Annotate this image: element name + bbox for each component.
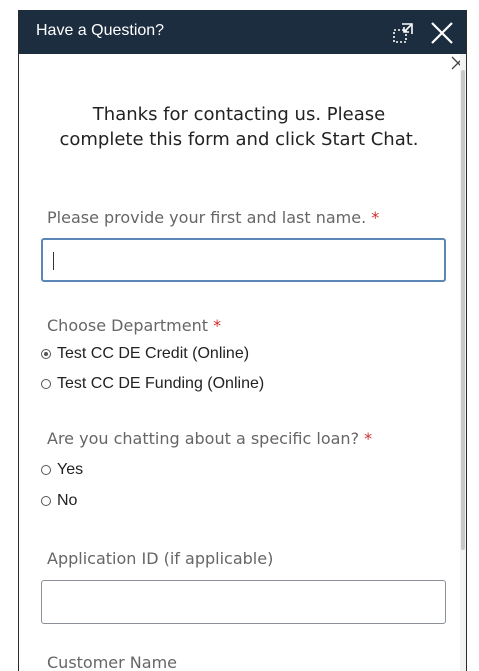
required-marker: * — [364, 429, 373, 448]
name-input[interactable] — [41, 238, 446, 282]
department-label: Choose Department * — [47, 316, 221, 335]
name-label-text: Please provide your first and last name. — [47, 208, 367, 227]
radio-button[interactable] — [41, 379, 51, 389]
application-id-label: Application ID (if applicable) — [47, 549, 274, 568]
popout-icon[interactable] — [392, 22, 414, 44]
loan-option-label: Yes — [57, 461, 84, 478]
department-option-label: Test CC DE Funding (Online) — [57, 375, 265, 392]
radio-button[interactable] — [41, 496, 51, 506]
name-label: Please provide your first and last name.… — [47, 208, 379, 227]
required-marker: * — [371, 208, 380, 227]
department-label-text: Choose Department — [47, 316, 208, 335]
application-id-input[interactable] — [41, 580, 446, 624]
intro-text: Thanks for contacting us. Please complet… — [59, 104, 419, 150]
department-option-credit[interactable]: Test CC DE Credit (Online) — [41, 345, 249, 363]
department-option-label: Test CC DE Credit (Online) — [57, 345, 250, 362]
loan-option-label: No — [57, 492, 78, 509]
loan-question-label-text: Are you chatting about a specific loan? — [47, 429, 360, 448]
radio-button[interactable] — [41, 465, 51, 475]
department-option-funding[interactable]: Test CC DE Funding (Online) — [41, 375, 264, 393]
chat-header: Have a Question? — [19, 10, 466, 54]
close-icon[interactable] — [429, 20, 455, 46]
customer-name-label: Customer Name — [47, 653, 178, 671]
chat-window: Have a Question? Thanks for contacting u… — [18, 10, 467, 671]
loan-option-yes[interactable]: Yes — [41, 461, 83, 479]
required-marker: * — [213, 316, 222, 335]
radio-button-checked[interactable] — [41, 349, 51, 359]
loan-question-label: Are you chatting about a specific loan? … — [47, 429, 372, 448]
text-caret — [53, 252, 54, 270]
chat-title: Have a Question? — [36, 22, 165, 39]
form-body: Thanks for contacting us. Please complet… — [19, 54, 466, 671]
loan-option-no[interactable]: No — [41, 492, 77, 510]
